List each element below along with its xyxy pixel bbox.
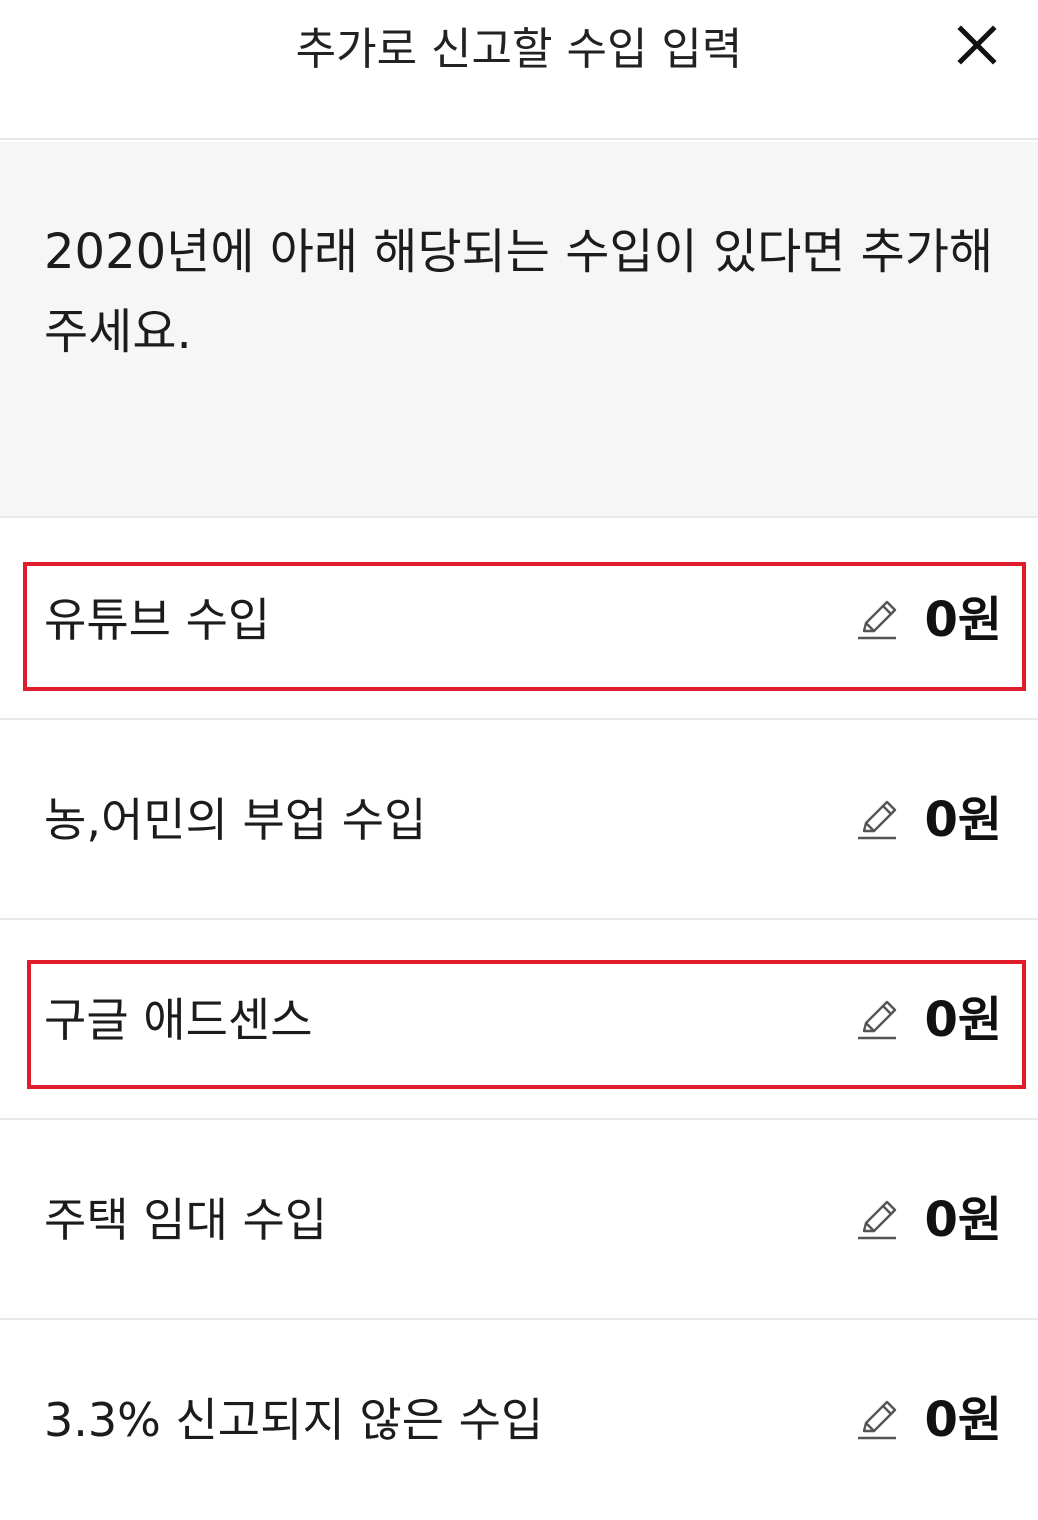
income-label: 구글 애드센스 (44, 993, 313, 1047)
income-amount: 0원 (924, 1392, 1002, 1448)
pencil-icon[interactable] (854, 1397, 900, 1443)
page-title: 추가로 신고할 수입 입력 (295, 24, 743, 75)
pencil-icon[interactable] (854, 1197, 900, 1243)
income-value[interactable]: 0원 (854, 590, 1002, 650)
pencil-icon[interactable] (854, 997, 900, 1043)
pencil-icon[interactable] (854, 797, 900, 843)
income-value[interactable]: 0원 (854, 1390, 1002, 1450)
notice-panel: 2020년에 아래 해당되는 수입이 있다면 추가해 주세요. (0, 142, 1038, 518)
income-row-youtube[interactable]: 유튜브 수입 0원 (0, 520, 1038, 720)
income-label: 3.3% 신고되지 않은 수입 (44, 1393, 544, 1447)
income-amount: 0원 (924, 792, 1002, 848)
close-button[interactable] (956, 24, 998, 66)
income-value[interactable]: 0원 (854, 790, 1002, 850)
notice-text: 2020년에 아래 해당되는 수입이 있다면 추가해 주세요. (44, 224, 994, 360)
income-value[interactable]: 0원 (854, 990, 1002, 1050)
income-value[interactable]: 0원 (854, 1190, 1002, 1250)
income-row-adsense[interactable]: 구글 애드센스 0원 (0, 920, 1038, 1120)
income-row-housing-rental[interactable]: 주택 임대 수입 0원 (0, 1120, 1038, 1320)
income-amount: 0원 (924, 592, 1002, 648)
income-label: 농,어민의 부업 수입 (44, 793, 427, 847)
income-label: 주택 임대 수입 (44, 1193, 328, 1247)
income-list: 유튜브 수입 0원 농,어민의 부업 수입 0원 구글 애드센스 0원 주택 임… (0, 520, 1038, 1520)
income-row-unreported[interactable]: 3.3% 신고되지 않은 수입 0원 (0, 1320, 1038, 1520)
income-amount: 0원 (924, 1192, 1002, 1248)
income-row-farm-fishery[interactable]: 농,어민의 부업 수입 0원 (0, 720, 1038, 920)
close-icon (957, 25, 997, 65)
income-label: 유튜브 수입 (44, 593, 271, 647)
modal-header: 추가로 신고할 수입 입력 (0, 0, 1038, 140)
income-amount: 0원 (924, 992, 1002, 1048)
pencil-icon[interactable] (854, 597, 900, 643)
